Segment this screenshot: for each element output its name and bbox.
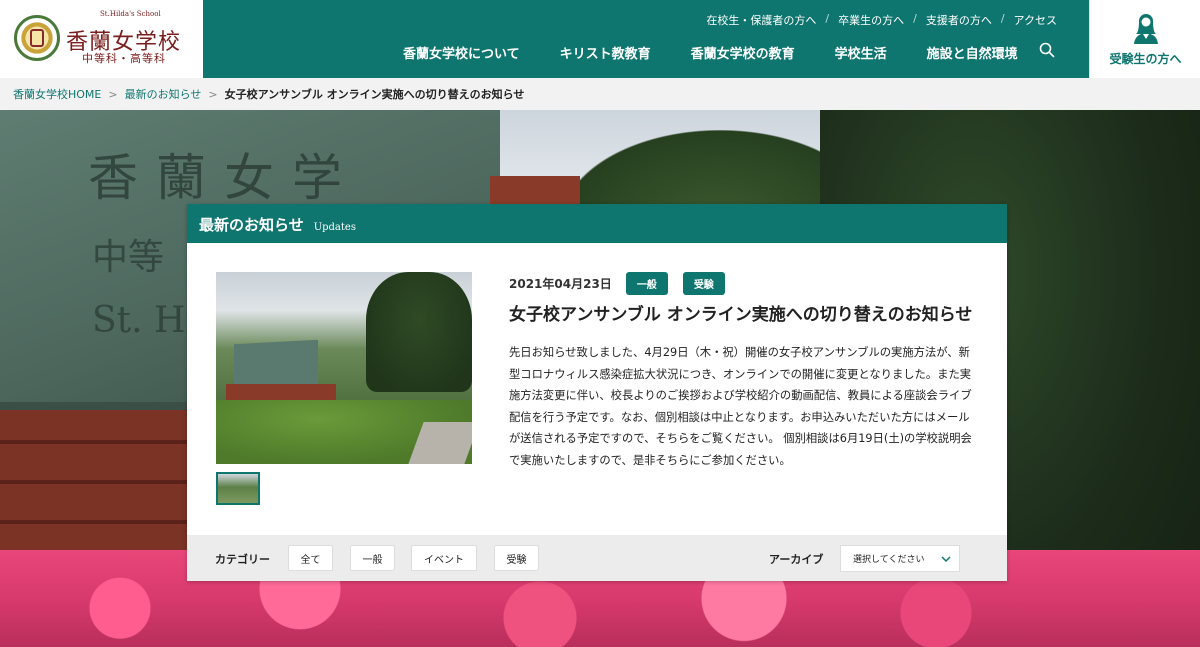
archive-select[interactable]: 選択してください — [840, 545, 960, 572]
applicant-button[interactable]: 受験生の方へ — [1089, 0, 1200, 78]
student-icon — [1134, 14, 1158, 44]
post-photo-thumbnail[interactable] — [216, 472, 260, 505]
news-card-header: 最新のお知らせ Updates — [187, 204, 1007, 243]
chevron-down-icon — [941, 556, 951, 563]
site-logo[interactable]: St.Hilda's School 香蘭女学校 中等科・高等科 — [0, 0, 203, 78]
util-link-alumni[interactable]: 卒業生の方へ — [838, 12, 904, 28]
post-date: 2021年04月23日 — [509, 277, 612, 291]
chevron-right-icon: > — [108, 87, 118, 101]
archive-select-value: 選択してください — [853, 555, 925, 565]
category-badge-general[interactable]: 一般 — [625, 272, 668, 295]
nav-item-about[interactable]: 香蘭女学校について — [403, 43, 520, 62]
breadcrumb-current: 女子校アンサンブル オンライン実施への切り替えのお知らせ — [224, 88, 525, 101]
category-button-all[interactable]: 全て — [288, 545, 333, 571]
nav-item-facilities[interactable]: 施設と自然環境 — [927, 43, 1018, 62]
news-card-title: 最新のお知らせ — [199, 216, 304, 234]
util-separator: / — [913, 12, 917, 25]
category-badge-exam[interactable]: 受験 — [682, 272, 725, 295]
archive-label: アーカイブ — [769, 553, 824, 566]
util-link-supporters[interactable]: 支援者の方へ — [926, 12, 992, 28]
util-link-access[interactable]: アクセス — [1014, 12, 1057, 28]
util-separator: / — [825, 12, 830, 25]
post-main-photo — [216, 272, 472, 464]
nav-item-education[interactable]: 香蘭女学校の教育 — [691, 43, 795, 62]
utility-links: 在校生・保護者の方へ / 卒業生の方へ / 支援者の方へ / アクセス — [706, 12, 1057, 28]
util-separator: / — [1000, 12, 1005, 25]
logo-english-name: St.Hilda's School — [100, 10, 161, 18]
post-title: 女子校アンサンブル オンライン実施への切り替えのお知らせ — [509, 305, 973, 325]
category-button-general[interactable]: 一般 — [350, 545, 395, 571]
news-card-title-en: Updates — [313, 222, 356, 233]
logo-subtitle: 中等科・高等科 — [82, 52, 166, 65]
category-button-exam[interactable]: 受験 — [494, 545, 539, 571]
global-nav: 在校生・保護者の方へ / 卒業生の方へ / 支援者の方へ / アクセス 香蘭女学… — [203, 0, 1089, 78]
breadcrumb: 香蘭女学校HOME > 最新のお知らせ > 女子校アンサンブル オンライン実施へ… — [0, 78, 1200, 110]
news-filter-bar: カテゴリー 全て 一般 イベント 受験 アーカイブ 選択してください — [187, 535, 1007, 581]
applicant-label: 受験生の方へ — [1109, 52, 1182, 66]
util-link-students[interactable]: 在校生・保護者の方へ — [706, 12, 816, 28]
chevron-right-icon: > — [208, 87, 218, 101]
news-card: 最新のお知らせ Updates 2021年04月23日 一般 受験 女子校アンサ… — [187, 204, 1007, 581]
breadcrumb-home[interactable]: 香蘭女学校HOME — [13, 86, 101, 102]
breadcrumb-news[interactable]: 最新のお知らせ — [125, 86, 202, 102]
nav-item-school-life[interactable]: 学校生活 — [835, 43, 887, 62]
site-header: St.Hilda's School 香蘭女学校 中等科・高等科 在校生・保護者の… — [0, 0, 1200, 78]
category-label: カテゴリー — [215, 553, 270, 566]
main-nav: 香蘭女学校について キリスト教教育 香蘭女学校の教育 学校生活 施設と自然環境 — [403, 43, 1058, 62]
school-crest-icon — [14, 15, 60, 61]
category-button-event[interactable]: イベント — [411, 545, 477, 571]
post-body: 先日お知らせ致しました、4月29日（木・祝）開催の女子校アンサンブルの実施方法が… — [509, 346, 972, 467]
search-icon[interactable] — [1039, 42, 1055, 58]
nav-item-christian-education[interactable]: キリスト教教育 — [560, 43, 651, 62]
post-meta: 2021年04月23日 一般 受験 — [509, 272, 740, 295]
